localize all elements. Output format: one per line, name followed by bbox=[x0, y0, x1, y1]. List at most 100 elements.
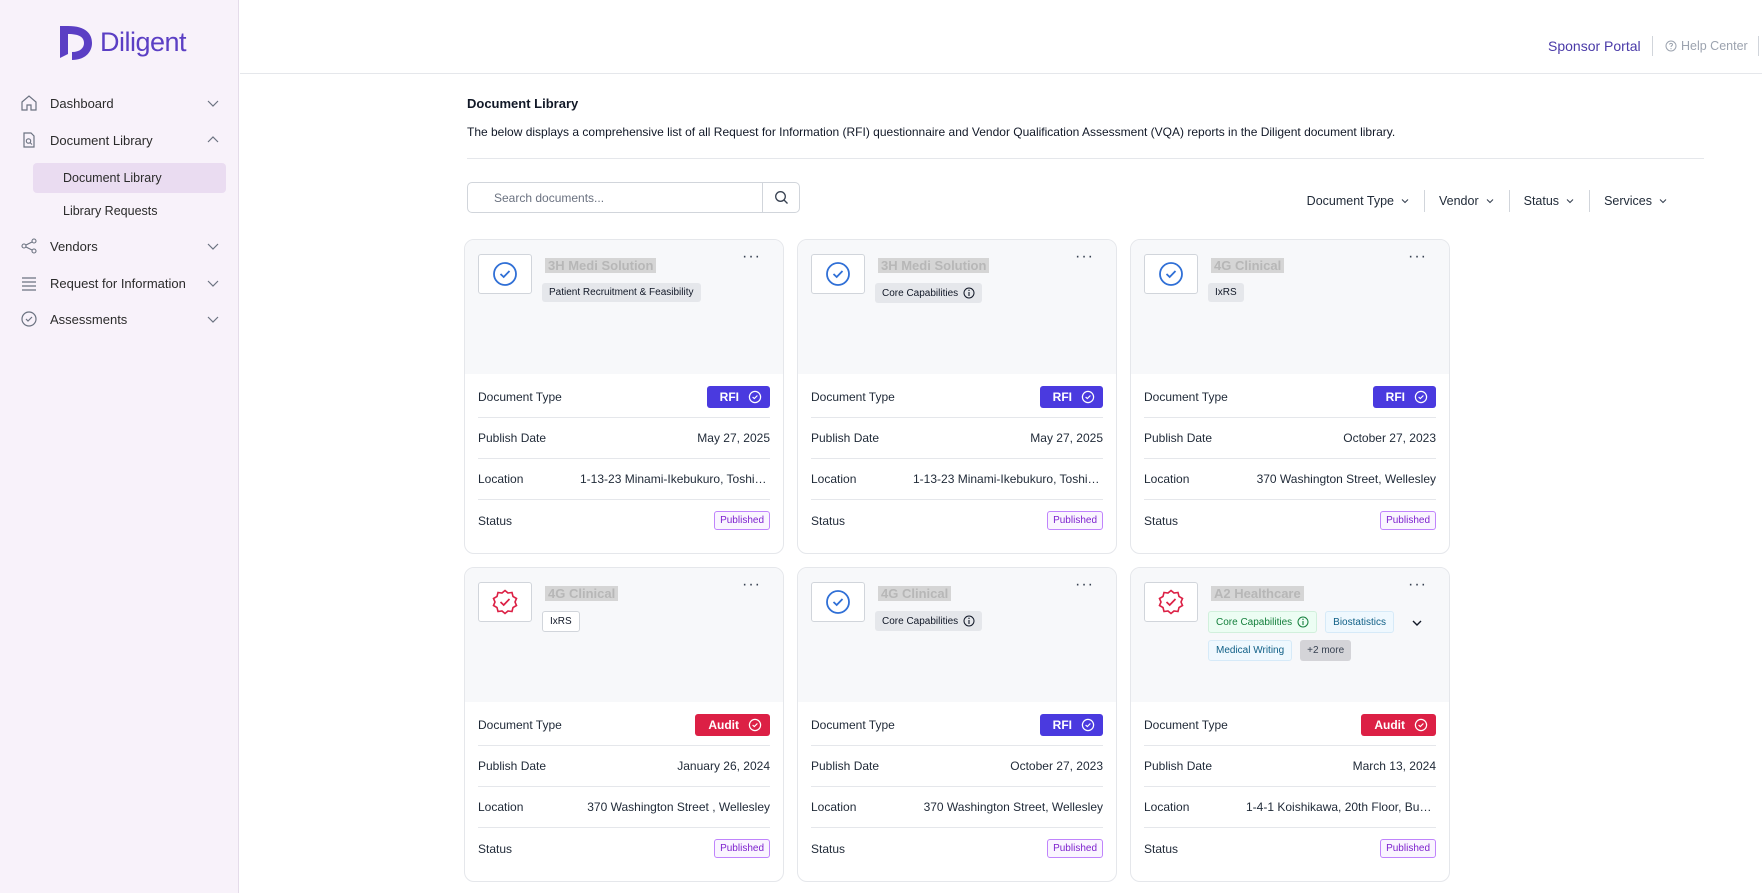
card-header: 4G Clinical ··· IxRS bbox=[1131, 240, 1449, 374]
audit-seal-icon bbox=[492, 589, 518, 615]
sidebar-subitem-library-requests[interactable]: Library Requests bbox=[33, 196, 226, 226]
chevron-down-icon[interactable] bbox=[206, 96, 220, 110]
header-divider bbox=[1652, 36, 1653, 56]
location-value: 1-13-23 Minami-Ikebukuro, Toshima-ku bbox=[580, 472, 770, 486]
location-value: 370 Washington Street, Wellesley bbox=[1256, 472, 1436, 486]
more-options-icon[interactable]: ··· bbox=[742, 248, 761, 266]
location-value: 1-4-1 Koishikawa, 20th Floor, Bunkyo-ku bbox=[1246, 800, 1436, 814]
sidebar-item-assessments[interactable]: Assessments bbox=[20, 306, 220, 332]
help-center-link[interactable]: Help Center bbox=[1665, 39, 1748, 53]
more-options-icon[interactable]: ··· bbox=[1408, 576, 1427, 594]
vendor-name[interactable]: 4G Clinical bbox=[545, 586, 619, 601]
publish-date-row: Publish Date January 26, 2024 bbox=[478, 746, 770, 787]
info-icon[interactable] bbox=[963, 287, 975, 299]
page-description: The below displays a comprehensive list … bbox=[467, 125, 1396, 139]
document-type-badge: RFI bbox=[1039, 386, 1103, 408]
row-label: Location bbox=[478, 472, 524, 486]
service-tag: Biostatistics bbox=[1325, 611, 1394, 633]
more-options-icon[interactable]: ··· bbox=[1408, 248, 1427, 266]
more-options-icon[interactable]: ··· bbox=[1075, 576, 1094, 594]
service-tag-label: IxRS bbox=[1215, 287, 1237, 298]
sidebar-item-request-for-information[interactable]: Request for Information bbox=[20, 270, 220, 296]
publish-date-value: May 27, 2025 bbox=[1030, 431, 1103, 445]
vendor-name[interactable]: 3H Medi Solution bbox=[878, 258, 990, 273]
filter-label: Status bbox=[1523, 194, 1560, 208]
document-type-badge: RFI bbox=[1039, 714, 1103, 736]
audit-seal-icon bbox=[1158, 589, 1184, 615]
chevron-down-icon[interactable] bbox=[206, 276, 220, 290]
row-label: Publish Date bbox=[1144, 431, 1213, 445]
document-type-row: Document Type RFI bbox=[811, 377, 1103, 418]
row-label: Publish Date bbox=[811, 431, 880, 445]
document-type-value: RFI bbox=[1052, 718, 1072, 732]
publish-date-value: October 27, 2023 bbox=[1343, 431, 1436, 445]
filter-status[interactable]: Status bbox=[1508, 190, 1589, 212]
vendor-name[interactable]: 4G Clinical bbox=[878, 586, 952, 601]
document-badge bbox=[478, 254, 532, 294]
chevron-down-icon[interactable] bbox=[206, 239, 220, 253]
publish-date-row: Publish Date March 13, 2024 bbox=[1144, 746, 1436, 787]
document-card[interactable]: 3H Medi Solution ··· Patient Recruitment… bbox=[464, 239, 784, 554]
chevron-up-icon[interactable] bbox=[206, 133, 220, 147]
document-search-icon bbox=[20, 131, 38, 149]
search-box bbox=[467, 182, 800, 213]
row-label: Status bbox=[811, 513, 846, 528]
filter-document-type[interactable]: Document Type bbox=[1293, 190, 1424, 212]
chevron-down-icon bbox=[1566, 199, 1574, 204]
sidebar-item-dashboard[interactable]: Dashboard bbox=[20, 90, 220, 116]
document-card[interactable]: A2 Healthcare ··· Core Capabilities Biost… bbox=[1130, 567, 1450, 882]
diligent-logo[interactable]: Diligent bbox=[56, 22, 187, 62]
sidebar: Diligent Dashboard Document Library Docu… bbox=[0, 0, 239, 893]
filter-bar: Document Type Vendor Status Services bbox=[1293, 190, 1682, 212]
document-card[interactable]: 4G Clinical ··· IxRS Document Type RFI P… bbox=[1130, 239, 1450, 554]
filter-services[interactable]: Services bbox=[1589, 190, 1682, 212]
help-circle-icon bbox=[1665, 40, 1677, 52]
service-tags: Core Capabilities Biostatistics Medical Wr… bbox=[1208, 611, 1418, 661]
document-card[interactable]: 4G Clinical ··· IxRS Document Type Audit… bbox=[464, 567, 784, 882]
chevron-down-icon[interactable] bbox=[1411, 617, 1423, 629]
publish-date-value: January 26, 2024 bbox=[677, 759, 770, 773]
location-row: Location 370 Washington Street , Wellesl… bbox=[478, 787, 770, 828]
sponsor-portal-link[interactable]: Sponsor Portal bbox=[1548, 38, 1641, 54]
more-options-icon[interactable]: ··· bbox=[1075, 248, 1094, 266]
vendor-name[interactable]: A2 Healthcare bbox=[1211, 586, 1304, 601]
location-value: 1-13-23 Minami-Ikebukuro, Toshima-ku bbox=[913, 472, 1103, 486]
service-tag[interactable]: +2 more bbox=[1300, 640, 1352, 661]
document-badge bbox=[478, 582, 532, 622]
sidebar-item-document-library[interactable]: Document Library bbox=[20, 127, 220, 153]
publish-date-row: Publish Date May 27, 2025 bbox=[811, 418, 1103, 459]
document-card[interactable]: 3H Medi Solution ··· Core Capabilities D… bbox=[797, 239, 1117, 554]
info-icon[interactable] bbox=[1297, 616, 1309, 628]
row-label: Document Type bbox=[811, 718, 895, 732]
vendor-name[interactable]: 4G Clinical bbox=[1211, 258, 1285, 273]
chevron-down-icon[interactable] bbox=[206, 312, 220, 326]
info-icon[interactable] bbox=[963, 615, 975, 627]
document-type-value: RFI bbox=[1385, 390, 1405, 404]
status-row: Status Published bbox=[478, 500, 770, 541]
sidebar-item-vendors[interactable]: Vendors bbox=[20, 233, 220, 259]
publish-date-row: Publish Date October 27, 2023 bbox=[811, 746, 1103, 787]
chevron-down-icon bbox=[1401, 199, 1409, 204]
row-label: Status bbox=[1144, 513, 1179, 528]
document-badge bbox=[811, 582, 865, 622]
top-bar bbox=[240, 0, 1762, 74]
rfi-check-icon bbox=[1159, 262, 1183, 286]
row-label: Document Type bbox=[1144, 390, 1228, 404]
document-type-row: Document Type RFI bbox=[1144, 377, 1436, 418]
document-type-value: Audit bbox=[1374, 718, 1405, 732]
search-icon bbox=[774, 191, 788, 204]
sidebar-item-label: Assessments bbox=[50, 311, 128, 327]
vendor-name[interactable]: 3H Medi Solution bbox=[545, 258, 657, 273]
document-badge bbox=[811, 254, 865, 294]
search-input[interactable] bbox=[468, 183, 762, 212]
status-badge: Published bbox=[1047, 511, 1103, 530]
check-circle-icon bbox=[748, 390, 762, 404]
search-button[interactable] bbox=[762, 183, 799, 212]
check-circle-icon bbox=[20, 310, 38, 328]
filter-vendor[interactable]: Vendor bbox=[1424, 190, 1509, 212]
more-options-icon[interactable]: ··· bbox=[742, 576, 761, 594]
chevron-down-icon bbox=[1659, 199, 1667, 204]
card-header: 4G Clinical ··· Core Capabilities bbox=[798, 568, 1116, 702]
document-card[interactable]: 4G Clinical ··· Core Capabilities Docume… bbox=[797, 567, 1117, 882]
sidebar-subitem-document-library[interactable]: Document Library bbox=[33, 163, 226, 193]
